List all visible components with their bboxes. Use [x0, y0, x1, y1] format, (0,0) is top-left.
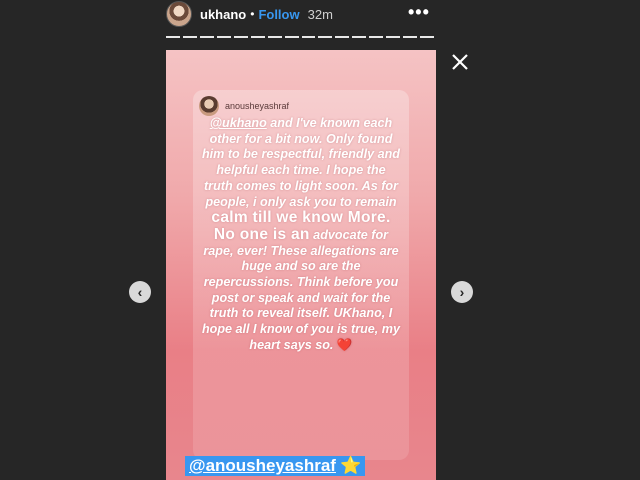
story-header: ukhano • Follow 32m ••• — [166, 0, 438, 28]
shared-story-card: anousheyashraf @ukhano and I've known ea… — [193, 90, 409, 460]
story-text: @ukhano and I've known each other for a … — [201, 116, 401, 354]
progress-segment — [301, 36, 316, 38]
progress-segment — [335, 36, 350, 38]
chevron-right-icon: › — [459, 284, 465, 300]
previous-story-button[interactable]: ‹ — [129, 281, 151, 303]
progress-segment — [420, 36, 434, 38]
progress-segment — [199, 36, 214, 38]
separator-dot: • — [250, 7, 255, 21]
story-progress-bar — [166, 36, 434, 40]
story-frame[interactable]: anousheyashraf @ukhano and I've known ea… — [166, 50, 436, 480]
next-story-button[interactable]: › — [451, 281, 473, 303]
progress-segment — [386, 36, 401, 38]
timestamp: 32m — [307, 6, 333, 22]
progress-segment — [318, 36, 333, 38]
mention-link[interactable]: @ukhano — [210, 116, 267, 130]
progress-segment — [182, 36, 197, 38]
chevron-left-icon: ‹ — [137, 284, 143, 300]
username[interactable]: ukhano — [200, 7, 246, 22]
progress-segment — [403, 36, 418, 38]
story-text-part-2: advocate for rape, ever! These allegatio… — [201, 227, 401, 352]
follow-button[interactable]: Follow — [258, 7, 299, 22]
card-username: anousheyashraf — [225, 101, 290, 111]
star-icon: ⭐ — [339, 456, 362, 475]
card-avatar — [199, 96, 219, 116]
progress-segment — [216, 36, 231, 38]
avatar[interactable] — [166, 1, 192, 27]
progress-segment — [250, 36, 265, 38]
progress-segment — [352, 36, 367, 38]
close-icon[interactable] — [448, 50, 472, 74]
progress-segment — [166, 36, 180, 38]
more-options-icon[interactable]: ••• — [408, 3, 430, 21]
mention-tag[interactable]: @anousheyashraf ⭐ — [185, 456, 366, 476]
heart-emoji: ❤️ — [336, 337, 353, 352]
progress-segment — [369, 36, 384, 38]
progress-segment — [233, 36, 248, 38]
progress-segment — [284, 36, 299, 38]
mention-tag-label: @anousheyashraf — [189, 456, 336, 475]
progress-segment — [267, 36, 282, 38]
